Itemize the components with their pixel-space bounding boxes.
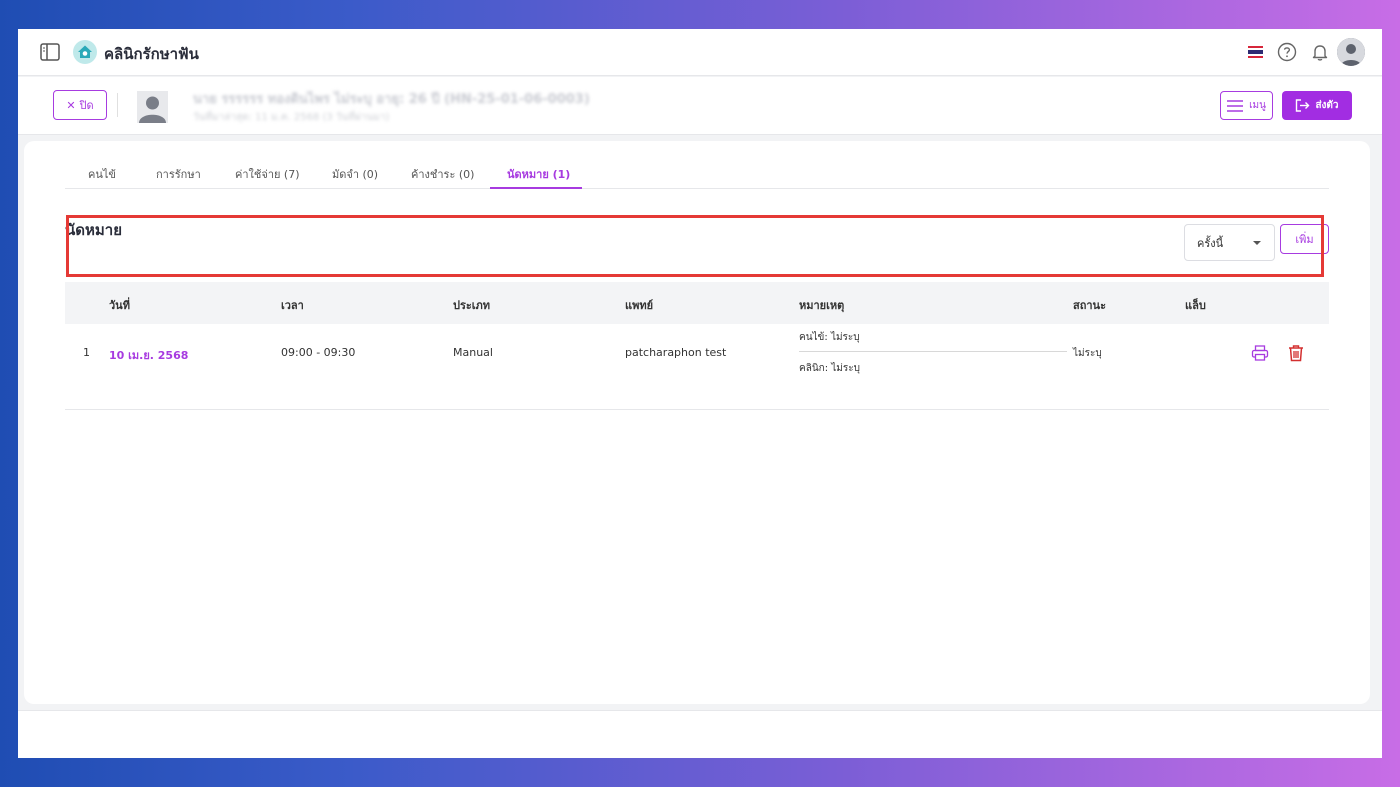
patient-header: ✕ ปิด นาย รรรรรร ทองดินไพร ไม่ระบุ อายุ:… — [18, 77, 1382, 135]
user-avatar[interactable] — [1337, 38, 1365, 66]
send-patient-button[interactable]: ส่งตัว — [1282, 91, 1352, 120]
footer-strip — [18, 710, 1382, 758]
exit-arrow-icon — [1296, 99, 1310, 112]
appointments-card: คนไข้ การรักษา ค่าใช้จ่าย (7) มัดจำ (0) … — [24, 141, 1370, 704]
hamburger-icon — [1227, 99, 1244, 112]
app-window: คลินิกรักษาฟัน ✕ ปิด นาย รรรรรร ทองดินไพ… — [18, 29, 1382, 758]
user-avatar-icon — [1337, 38, 1365, 66]
column-header-status: สถานะ — [1073, 299, 1106, 312]
delete-trash-icon[interactable] — [1287, 344, 1305, 362]
close-icon: ✕ — [66, 98, 76, 112]
table-header: วันที่ เวลา ประเภท แพทย์ หมายเหตุ สถานะ … — [65, 282, 1329, 324]
thai-flag-icon[interactable] — [1248, 46, 1263, 58]
active-tab-indicator — [490, 187, 582, 189]
appointment-type: Manual — [453, 346, 493, 359]
menu-button[interactable]: เมนู — [1220, 91, 1273, 120]
tab-treatment[interactable]: การรักษา — [156, 165, 201, 183]
appointment-time: 09:00 - 09:30 — [281, 346, 356, 359]
column-header-lab: แล็บ — [1185, 299, 1206, 312]
column-header-note: หมายเหตุ — [799, 299, 845, 312]
appointment-filter-select[interactable]: ครั้งนี้ — [1184, 224, 1275, 261]
row-index: 1 — [83, 346, 90, 359]
divider — [117, 93, 118, 117]
appointment-doctor: patcharaphon test — [625, 346, 727, 359]
app-title: คลินิกรักษาฟัน — [104, 45, 199, 63]
sidebar-toggle-icon[interactable] — [40, 43, 60, 61]
clinic-logo-icon — [73, 40, 97, 64]
patient-tabs: คนไข้ การรักษา ค่าใช้จ่าย (7) มัดจำ (0) … — [65, 157, 1329, 189]
section-title: นัดหมาย — [65, 221, 122, 239]
column-header-doctor: แพทย์ — [625, 299, 654, 312]
notification-bell-icon[interactable] — [1310, 42, 1330, 62]
print-icon[interactable] — [1251, 344, 1269, 362]
tab-expenses[interactable]: ค่าใช้จ่าย (7) — [235, 165, 300, 183]
close-button[interactable]: ✕ ปิด — [53, 90, 107, 120]
note-clinic: คลินิก: ไม่ระบุ — [799, 363, 860, 374]
column-header-time: เวลา — [281, 299, 304, 312]
appointment-status: ไม่ระบุ — [1073, 348, 1102, 359]
help-icon[interactable] — [1277, 42, 1297, 62]
tab-deposit[interactable]: มัดจำ (0) — [332, 165, 378, 183]
note-patient: คนไข้: ไม่ระบุ — [799, 332, 860, 343]
caret-down-icon — [1253, 241, 1261, 245]
table-row: 1 10 เม.ย. 2568 09:00 - 09:30 Manual pat… — [65, 324, 1329, 410]
note-divider — [799, 351, 1067, 352]
column-header-type: ประเภท — [453, 299, 491, 312]
tab-appointments[interactable]: นัดหมาย (1) — [507, 165, 570, 183]
patient-avatar-icon — [139, 96, 166, 123]
tab-patient[interactable]: คนไข้ — [88, 165, 116, 183]
tab-outstanding[interactable]: ค้างชำระ (0) — [411, 165, 474, 183]
add-appointment-button[interactable]: เพิ่ม — [1280, 224, 1329, 254]
appointment-date-link[interactable]: 10 เม.ย. 2568 — [109, 346, 188, 364]
top-navbar: คลินิกรักษาฟัน — [18, 29, 1382, 76]
patient-last-visit: วันที่มาล่าสุด: 11 ม.ค. 2568 (3 วันที่ผ่… — [193, 112, 390, 123]
patient-avatar — [137, 91, 168, 123]
patient-name: นาย รรรรรร ทองดินไพร ไม่ระบุ อายุ: 26 ปี… — [193, 92, 590, 107]
column-header-date: วันที่ — [109, 299, 130, 312]
